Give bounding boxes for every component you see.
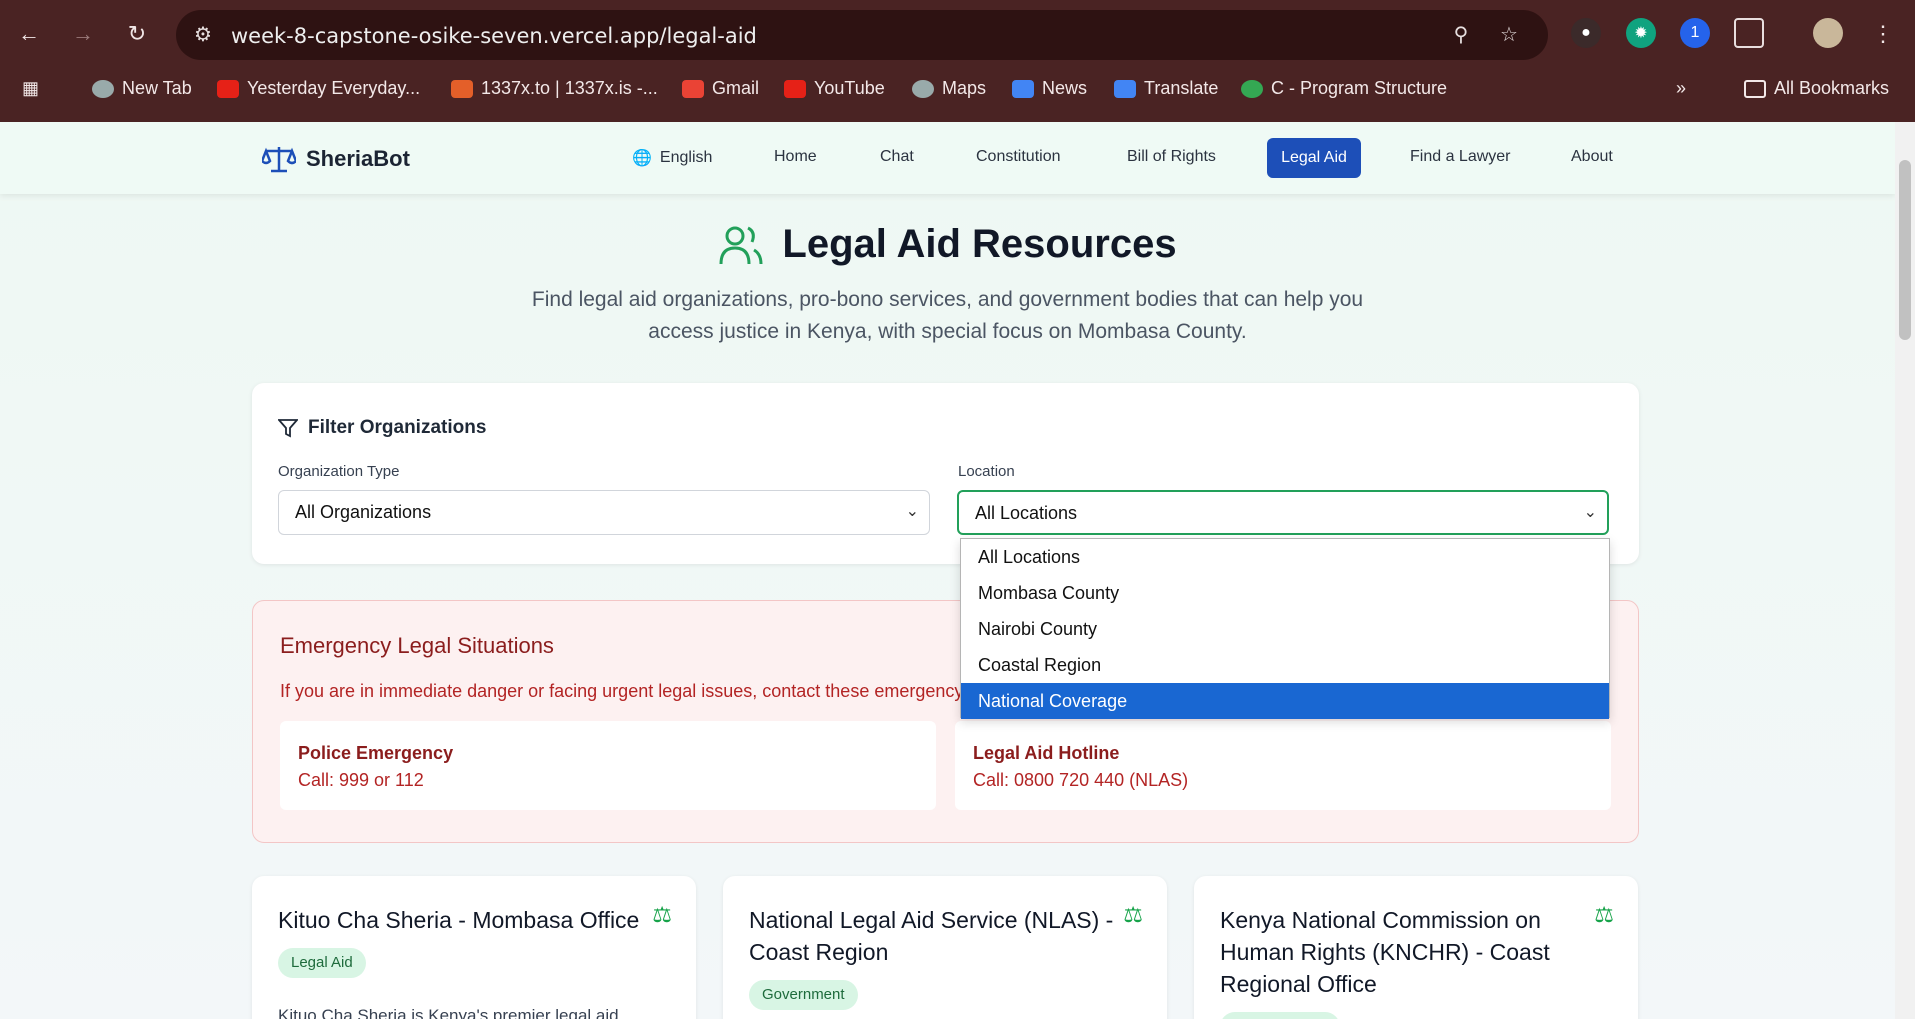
- youtube-icon: [217, 79, 239, 98]
- location-label: Location: [958, 463, 1015, 480]
- filter-card: Filter Organizations Organization Type A…: [252, 383, 1639, 564]
- bookmark-gmail[interactable]: Gmail: [682, 78, 759, 99]
- org-tag: [1220, 1012, 1340, 1019]
- bookmark-c-program[interactable]: C - Program Structure: [1241, 78, 1447, 99]
- bookmark-1337x[interactable]: 1337x.to | 1337x.is -...: [451, 78, 658, 99]
- filter-title: Filter Organizations: [278, 417, 486, 439]
- filter-icon: [278, 419, 298, 438]
- page-subtitle: Find legal aid organizations, pro-bono s…: [531, 288, 1364, 343]
- bookmark-youtube[interactable]: YouTube: [784, 78, 885, 99]
- police-title: Police Emergency: [298, 743, 454, 763]
- address-bar[interactable]: ⚙ week-8-capstone-osike-seven.vercel.app…: [176, 10, 1548, 60]
- bookmark-star-icon[interactable]: ☆: [1496, 22, 1522, 48]
- bookmark-new-tab[interactable]: New Tab: [92, 78, 192, 99]
- apps-icon[interactable]: ▦: [22, 78, 39, 99]
- police-number[interactable]: Call: 999 or 112: [298, 770, 424, 791]
- hotline-title: Legal Aid Hotline: [973, 743, 1120, 763]
- org-description: Kituo Cha Sheria is Kenya's premier lega…: [278, 1006, 619, 1019]
- folder-icon: [1744, 79, 1766, 98]
- org-type-select[interactable]: All Organizations ⌄: [278, 490, 930, 535]
- page-title-row: Legal Aid Resources: [0, 222, 1895, 267]
- extension-icon[interactable]: ●: [1571, 18, 1601, 48]
- nav-find-lawyer[interactable]: Find a Lawyer: [1410, 148, 1511, 166]
- location-option-selected[interactable]: National Coverage: [961, 683, 1609, 719]
- nav-legal-aid[interactable]: Legal Aid: [1267, 138, 1361, 178]
- nav-about[interactable]: About: [1571, 148, 1613, 166]
- police-emergency-box: Police Emergency Call: 999 or 112: [280, 721, 936, 810]
- news-icon: [1012, 79, 1034, 98]
- location-dropdown: All Locations Mombasa County Nairobi Cou…: [960, 538, 1610, 719]
- emergency-title: Emergency Legal Situations: [280, 633, 554, 658]
- scrollbar-thumb[interactable]: [1899, 160, 1911, 340]
- forward-icon[interactable]: →: [66, 17, 100, 51]
- emergency-text: If you are in immediate danger or facing…: [280, 681, 964, 701]
- org-name: Kituo Cha Sheria - Mombasa Office: [278, 907, 640, 933]
- page: SheriaBot 🌐 English Home Chat Constitutio…: [0, 122, 1895, 1019]
- scales-icon: ⚖: [652, 902, 672, 927]
- globe-icon: 🌐: [632, 150, 652, 167]
- site-nav: SheriaBot 🌐 English Home Chat Constitutio…: [0, 122, 1895, 194]
- bookmark-maps[interactable]: Maps: [912, 78, 986, 99]
- puzzle-icon[interactable]: [1734, 18, 1764, 48]
- scales-icon: [262, 147, 296, 173]
- org-name: National Legal Aid Service (NLAS) - Coas…: [749, 907, 1114, 965]
- back-icon[interactable]: ←: [12, 17, 46, 51]
- bookmark-news[interactable]: News: [1012, 78, 1087, 99]
- location-option[interactable]: Coastal Region: [961, 647, 1609, 683]
- gmail-icon: [682, 79, 704, 98]
- extension-badge: 1: [1690, 24, 1700, 41]
- chevron-down-icon: ⌄: [905, 503, 919, 520]
- url-text: week-8-capstone-osike-seven.vercel.app/l…: [231, 24, 757, 48]
- extension-badge-icon[interactable]: 1: [1680, 18, 1710, 48]
- org-card[interactable]: Kenya National Commission on Human Right…: [1194, 876, 1638, 1019]
- nav-chat[interactable]: Chat: [880, 148, 914, 166]
- location-option[interactable]: All Locations: [961, 539, 1609, 575]
- location-option[interactable]: Mombasa County: [961, 575, 1609, 611]
- 1337x-icon: [451, 79, 473, 98]
- org-tag: Government: [749, 980, 858, 1010]
- scales-icon: ⚖: [1123, 902, 1143, 927]
- bookmark-yesterday[interactable]: Yesterday Everyday...: [217, 78, 420, 99]
- nav-bill-of-rights[interactable]: Bill of Rights: [1127, 148, 1216, 166]
- menu-icon[interactable]: ⋮: [1866, 17, 1900, 51]
- bookmark-translate[interactable]: Translate: [1114, 78, 1218, 99]
- site-info-icon[interactable]: ⚙: [190, 22, 216, 48]
- c-program-icon: [1241, 79, 1263, 98]
- zoom-icon[interactable]: ⚲: [1448, 22, 1474, 48]
- org-card[interactable]: National Legal Aid Service (NLAS) - Coas…: [723, 876, 1167, 1019]
- hotline-number[interactable]: Call: 0800 720 440 (NLAS): [973, 770, 1188, 791]
- org-tag: Legal Aid: [278, 948, 366, 978]
- location-option[interactable]: Nairobi County: [961, 611, 1609, 647]
- chevron-down-icon: ⌄: [1583, 504, 1597, 521]
- reload-icon[interactable]: ↻: [120, 17, 154, 51]
- bookmarks-bar: ▦ New Tab Yesterday Everyday... 1337x.to…: [0, 70, 1915, 110]
- hotline-box: Legal Aid Hotline Call: 0800 720 440 (NL…: [955, 721, 1611, 810]
- users-icon: [719, 226, 763, 264]
- location-select[interactable]: All Locations ⌄: [957, 490, 1609, 535]
- nav-home[interactable]: Home: [774, 148, 817, 166]
- chatgpt-extension-icon[interactable]: ✹: [1626, 18, 1656, 48]
- org-card[interactable]: Kituo Cha Sheria - Mombasa Office ⚖ Lega…: [252, 876, 696, 1019]
- translate-icon: [1114, 79, 1136, 98]
- brand-name: SheriaBot: [306, 146, 410, 171]
- browser-chrome: ← → ↻ ⚙ week-8-capstone-osike-seven.verc…: [0, 0, 1915, 122]
- brand-logo[interactable]: SheriaBot: [262, 144, 410, 174]
- org-name: Kenya National Commission on Human Right…: [1220, 907, 1550, 997]
- scales-icon: ⚖: [1594, 902, 1614, 927]
- avatar[interactable]: [1813, 18, 1843, 48]
- globe-icon: [92, 79, 114, 98]
- page-title: Legal Aid Resources: [782, 222, 1177, 266]
- bookmarks-overflow-icon[interactable]: »: [1676, 78, 1686, 99]
- nav-constitution[interactable]: Constitution: [976, 148, 1061, 166]
- org-type-label: Organization Type: [278, 463, 400, 480]
- all-bookmarks[interactable]: All Bookmarks: [1744, 78, 1889, 99]
- globe-icon: [912, 79, 934, 98]
- youtube-icon: [784, 79, 806, 98]
- language-selector[interactable]: 🌐 English: [632, 148, 712, 168]
